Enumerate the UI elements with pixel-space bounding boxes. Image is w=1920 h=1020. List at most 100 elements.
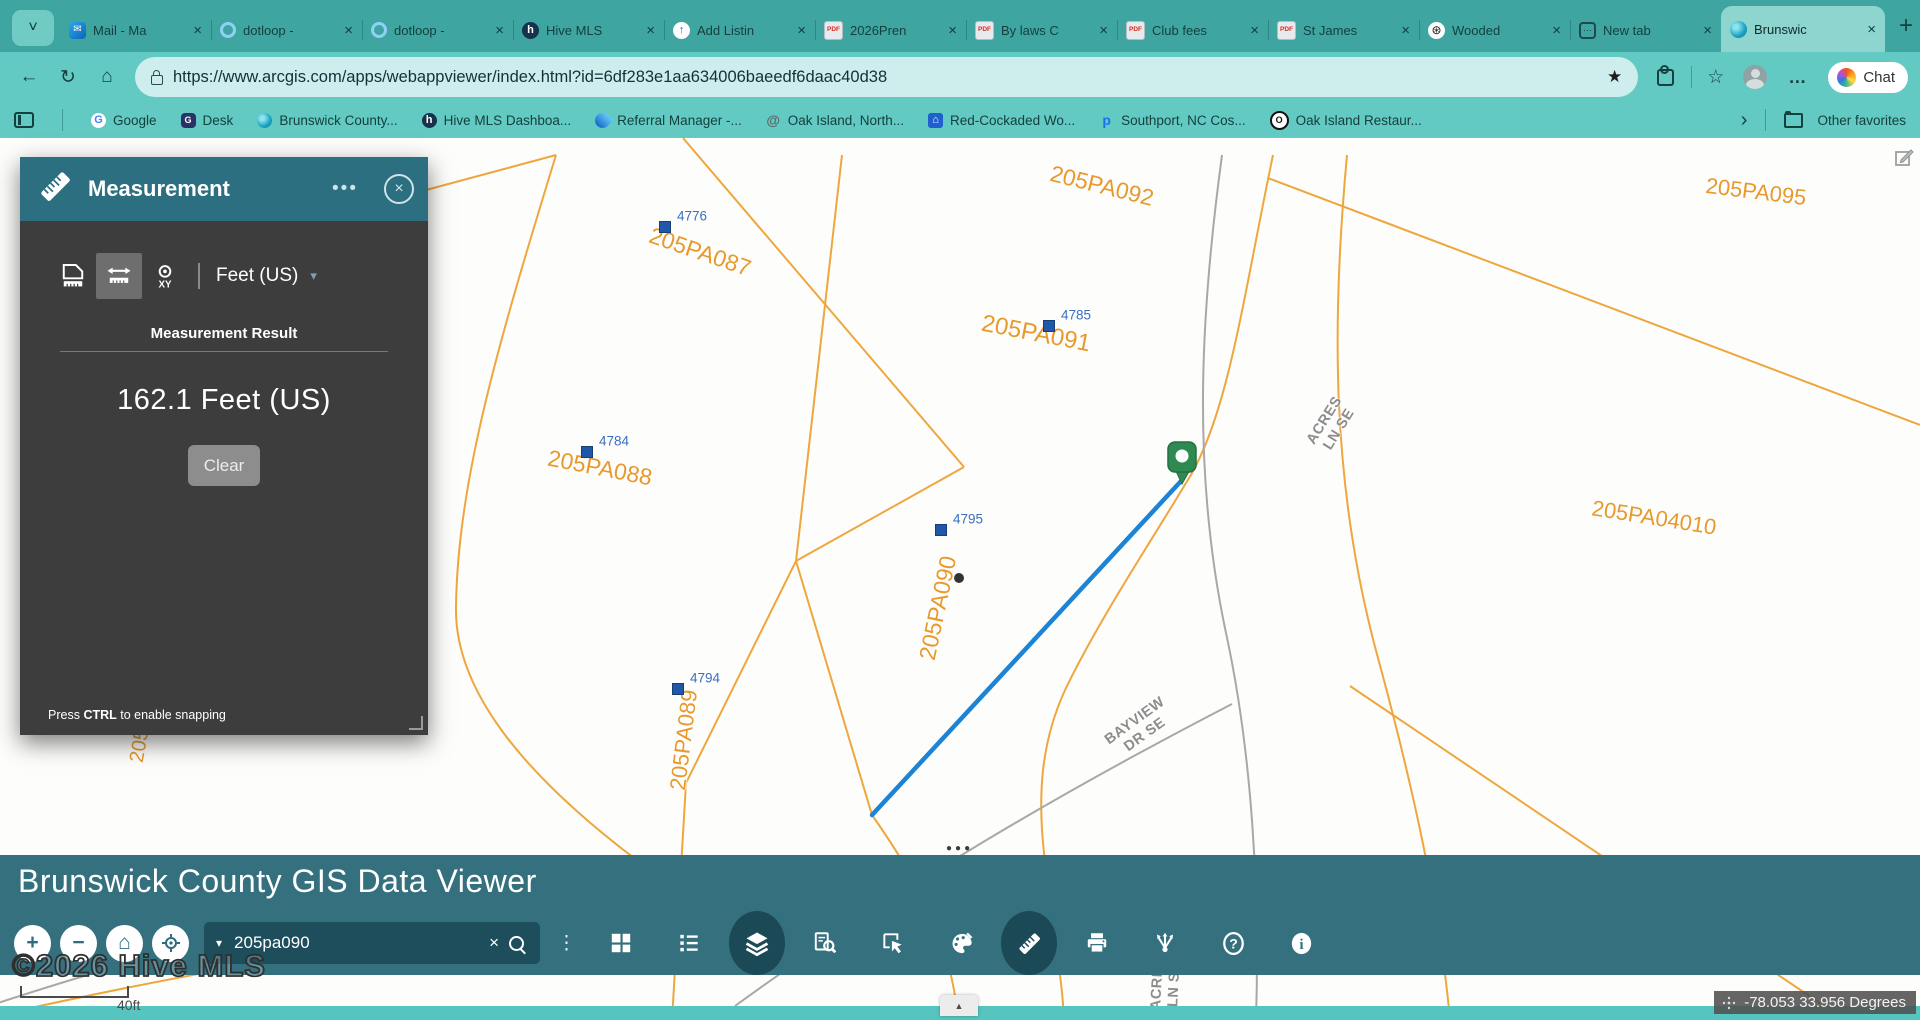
tab-close-icon[interactable]: × — [1867, 21, 1876, 38]
layers-tool-button[interactable] — [729, 911, 785, 975]
tab-search-chevron-icon[interactable]: ˅ — [12, 10, 54, 46]
window-controls: × — [1913, 0, 1920, 52]
browser-tab[interactable]: PDF 2026Pren × — [815, 8, 966, 52]
measure-distance-button[interactable] — [96, 253, 142, 299]
measurement-tool-button[interactable] — [1001, 911, 1057, 975]
svg-text:i: i — [1299, 936, 1303, 953]
tab-close-icon[interactable]: × — [193, 22, 202, 39]
tab-close-icon[interactable]: × — [1401, 22, 1410, 39]
bookmark-item[interactable]: @ Oak Island, North... — [766, 113, 904, 128]
bookmark-item[interactable]: Brunswick County... — [257, 112, 398, 128]
newtab-favicon-icon: ⋯ — [1579, 21, 1596, 39]
measurement-result-value: 162.1 Feet (US) — [117, 384, 331, 416]
select-tool-button[interactable] — [865, 911, 921, 975]
bookmark-item[interactable]: Referral Manager -... — [592, 109, 742, 131]
crosshair-icon[interactable] — [1722, 996, 1736, 1010]
tab-close-icon[interactable]: × — [1552, 22, 1561, 39]
legend-tool-button[interactable] — [661, 911, 717, 975]
clear-button[interactable]: Clear — [188, 445, 260, 486]
tab-close-icon[interactable]: × — [948, 22, 957, 39]
minimize-button[interactable] — [1913, 0, 1920, 52]
browser-tab[interactable]: Brunswic × — [1721, 6, 1885, 52]
parcel-point-marker — [672, 683, 684, 695]
browser-tab[interactable]: ✉ Mail - Ma × — [60, 8, 211, 52]
browser-tab[interactable]: PDF St James × — [1268, 8, 1419, 52]
tab-close-icon[interactable]: × — [797, 22, 806, 39]
tab-close-icon[interactable]: × — [1099, 22, 1108, 39]
favorites-icon[interactable]: ☆ — [1707, 66, 1724, 89]
panel-close-icon[interactable]: × — [384, 174, 414, 204]
basemap-gallery-tool-button[interactable] — [593, 911, 649, 975]
search-more-icon[interactable]: ⋮ — [557, 932, 576, 955]
refresh-icon[interactable]: ↻ — [51, 60, 85, 94]
at-favicon-icon: @ — [766, 112, 781, 128]
side-panel-icon[interactable] — [14, 112, 34, 128]
bookmark-item[interactable]: G Desk — [180, 112, 234, 128]
browser-tab[interactable]: ⊛ Wooded × — [1419, 8, 1570, 52]
scale-label: 40ft — [117, 997, 141, 1013]
draw-tool-button[interactable] — [933, 911, 989, 975]
tab-close-icon[interactable]: × — [344, 22, 353, 39]
info-tool-button[interactable]: i — [1273, 911, 1329, 975]
search-icon[interactable] — [509, 935, 524, 951]
parcel-point-label: 4795 — [953, 511, 984, 527]
new-tab-button[interactable]: + — [1899, 12, 1913, 40]
tab-close-icon[interactable]: × — [1250, 22, 1259, 39]
watermark: ©2026 Hive MLS — [11, 947, 266, 984]
bookmark-item[interactable]: G Google — [91, 112, 157, 128]
tab-close-icon[interactable]: × — [646, 22, 655, 39]
browser-tab[interactable]: dotloop - × — [362, 8, 513, 52]
other-favorites-label[interactable]: Other favorites — [1817, 113, 1906, 128]
app-title: Brunswick County GIS Data Viewer — [18, 863, 537, 899]
panel-resize-handle[interactable] — [409, 716, 423, 730]
bookmark-item[interactable]: ⌂ Red-Cockaded Wo... — [928, 112, 1075, 128]
browser-tab[interactable]: h Hive MLS × — [513, 8, 664, 52]
measure-area-button[interactable] — [50, 253, 96, 299]
bookmark-item[interactable]: h Hive MLS Dashboa... — [421, 112, 571, 128]
browser-tab[interactable]: ↑ Add Listin × — [664, 8, 815, 52]
profile-avatar[interactable] — [1743, 65, 1768, 89]
tab-title: 2026Pren — [850, 22, 907, 38]
mail-favicon-icon: ✉ — [69, 21, 86, 39]
tab-title: Add Listin — [697, 22, 755, 38]
attribute-search-tool-button[interactable] — [797, 911, 853, 975]
browser-tab[interactable]: PDF By laws C × — [966, 8, 1117, 52]
home-icon[interactable]: ⌂ — [90, 60, 124, 94]
tab-title: Hive MLS — [546, 22, 603, 38]
measurement-panel-header[interactable]: Measurement ••• × — [20, 157, 428, 221]
unit-dropdown[interactable]: Feet (US) — [216, 265, 298, 287]
search-clear-icon[interactable]: × — [489, 933, 499, 953]
panel-options-icon[interactable]: ••• — [332, 178, 358, 200]
tab-close-icon[interactable]: × — [495, 22, 504, 39]
lock-icon — [151, 69, 163, 85]
browser-tab[interactable]: PDF Club fees × — [1117, 8, 1268, 52]
bookmark-item[interactable]: p Southport, NC Cos... — [1099, 113, 1245, 128]
tab-close-icon[interactable]: × — [1703, 22, 1712, 39]
browser-tab[interactable]: dotloop - × — [211, 8, 362, 52]
map-edit-icon[interactable] — [1893, 146, 1915, 173]
collapse-footer-button[interactable]: ▲ — [940, 995, 978, 1016]
help-tool-button[interactable]: ? — [1205, 911, 1261, 975]
unit-dropdown-caret-icon[interactable]: ▾ — [310, 268, 317, 284]
extensions-icon[interactable] — [1657, 64, 1675, 86]
url-text[interactable]: https://www.arcgis.com/apps/webappviewer… — [173, 68, 1597, 87]
browser-menu-icon[interactable]: … — [1788, 67, 1807, 88]
more-bookmarks-chevron-icon[interactable]: › — [1741, 109, 1748, 132]
share-tool-button[interactable] — [1137, 911, 1193, 975]
gpt-favicon-icon: ⊛ — [1428, 21, 1445, 39]
browser-tab-bar: ˅ ✉ Mail - Ma × dotloop - × dotloop - × h Hive M… — [0, 0, 1920, 52]
search-input[interactable] — [232, 932, 480, 954]
measure-location-button[interactable]: XY — [142, 253, 188, 299]
browser-tab[interactable]: ⋯ New tab × — [1570, 8, 1721, 52]
url-field[interactable]: https://www.arcgis.com/apps/webappviewer… — [135, 57, 1639, 97]
svg-text:?: ? — [1229, 935, 1238, 951]
attribute-table-handle[interactable]: ●●● — [946, 843, 973, 854]
bookmark-star-icon[interactable]: ★ — [1607, 67, 1622, 87]
bookmark-label: Desk — [202, 112, 234, 128]
bookmark-item[interactable]: O Oak Island Restaur... — [1269, 110, 1422, 130]
copilot-chat-button[interactable]: Chat — [1828, 61, 1908, 93]
tab-title: By laws C — [1001, 22, 1059, 38]
print-tool-button[interactable] — [1069, 911, 1125, 975]
swirl-favicon-icon — [257, 112, 273, 128]
back-icon[interactable]: ← — [12, 60, 46, 94]
